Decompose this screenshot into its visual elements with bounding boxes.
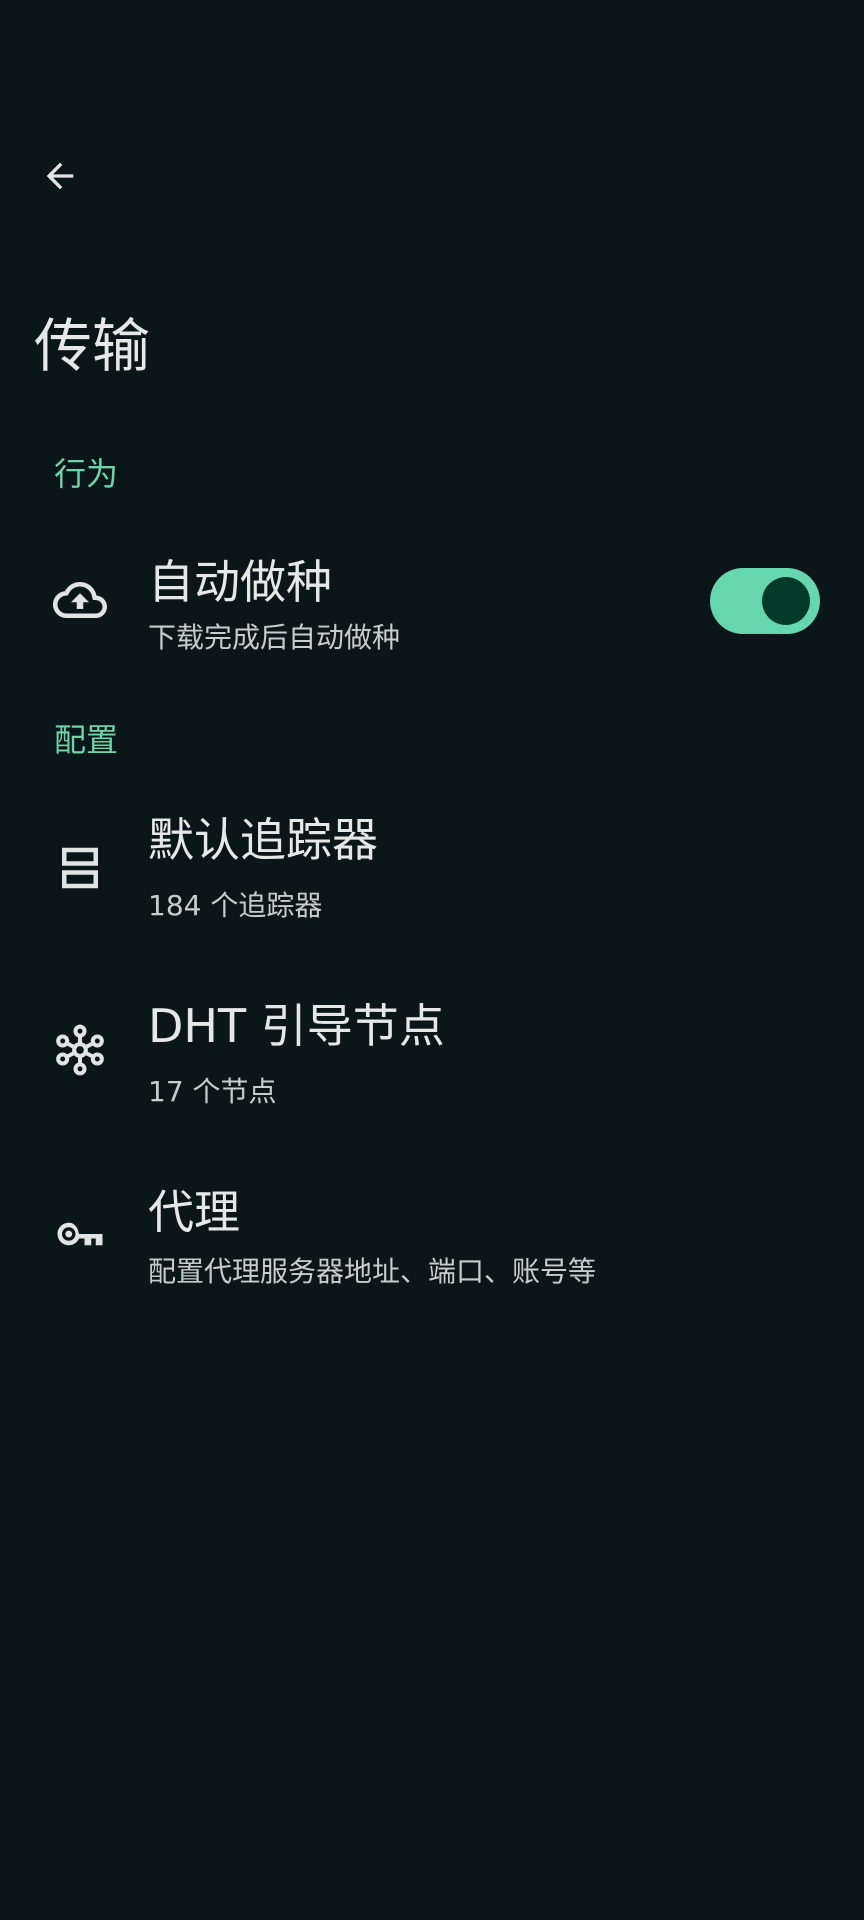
proxy-title: 代理 (148, 1185, 240, 1239)
toggle-thumb (762, 577, 810, 625)
dht-bootstrap-nodes-subtitle: 17 个节点 (148, 1075, 277, 1108)
key-icon (50, 1204, 110, 1264)
dht-bootstrap-nodes-title: DHT 引导节点 (148, 999, 445, 1053)
network-nodes-icon (50, 1020, 110, 1080)
proxy-setting[interactable]: 代理 配置代理服务器地址、端口、账号等 (0, 1174, 864, 1304)
server-icon (50, 838, 110, 898)
auto-seed-setting[interactable]: 自动做种 下载完成后自动做种 (0, 540, 864, 670)
cloud-upload-icon (50, 570, 110, 630)
back-button[interactable] (24, 146, 96, 206)
page-title: 传输 (34, 312, 151, 380)
section-header-config: 配置 (54, 721, 119, 759)
auto-seed-toggle[interactable] (710, 568, 820, 634)
default-trackers-title: 默认追踪器 (148, 813, 378, 867)
default-trackers-subtitle: 184 个追踪器 (148, 889, 323, 922)
dht-bootstrap-nodes-setting[interactable]: DHT 引导节点 17 个节点 (0, 990, 864, 1120)
proxy-subtitle: 配置代理服务器地址、端口、账号等 (148, 1255, 597, 1288)
auto-seed-subtitle: 下载完成后自动做种 (148, 621, 401, 654)
auto-seed-title: 自动做种 (148, 555, 332, 609)
default-trackers-setting[interactable]: 默认追踪器 184 个追踪器 (0, 806, 864, 936)
arrow-back-icon (46, 162, 74, 190)
section-header-behavior: 行为 (54, 455, 119, 493)
